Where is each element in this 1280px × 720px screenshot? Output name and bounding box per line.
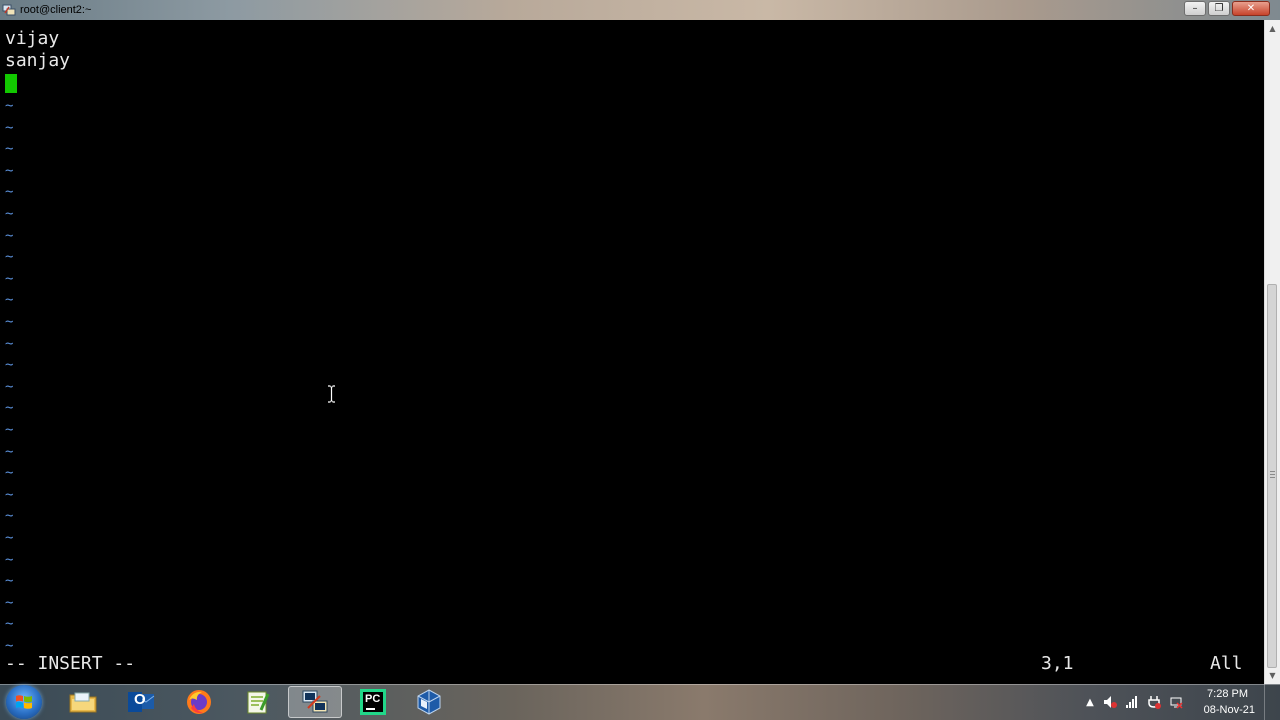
empty-line-tilde: ~ xyxy=(5,249,14,266)
scroll-down-icon[interactable]: ▼ xyxy=(1265,667,1280,684)
taskbar-explorer[interactable] xyxy=(56,686,110,718)
empty-line-tilde: ~ xyxy=(5,335,14,352)
terminal-window[interactable]: vijay sanjay ~ ~ ~ ~ ~ ~ ~ ~ ~ ~ ~ ~ ~ ~ ~ ~ ~ ~ ~ ~ ~ ~ ~ ~ ~ ~ … xyxy=(0,20,1264,684)
maximize-button[interactable]: ❐ xyxy=(1208,1,1230,16)
vim-mode-indicator: -- INSERT -- xyxy=(5,653,136,674)
grip-icon xyxy=(1270,471,1275,478)
taskbar-pycharm[interactable]: PC xyxy=(346,686,400,718)
start-button[interactable] xyxy=(6,685,42,719)
clock-date[interactable]: 08-Nov-21 xyxy=(1204,704,1255,716)
empty-line-tilde: ~ xyxy=(5,184,14,201)
putty-icon xyxy=(302,690,328,713)
folder-icon xyxy=(69,692,97,713)
close-button[interactable]: ✕ xyxy=(1232,1,1270,16)
empty-line-tilde: ~ xyxy=(5,357,14,374)
empty-line-tilde: ~ xyxy=(5,141,14,158)
taskbar-notepad-plus-plus[interactable] xyxy=(230,686,284,718)
clock-time[interactable]: 7:28 PM xyxy=(1207,688,1248,700)
firefox-icon xyxy=(187,690,211,714)
empty-line-tilde: ~ xyxy=(5,508,14,525)
system-tray: ▲ 7:28 PM 08-Nov-21 xyxy=(1080,684,1280,720)
power-plug-icon[interactable] xyxy=(1146,694,1162,710)
empty-line-tilde: ~ xyxy=(5,486,14,503)
terminal-line: sanjay xyxy=(5,50,71,71)
empty-line-tilde: ~ xyxy=(5,594,14,611)
empty-line-tilde: ~ xyxy=(5,378,14,395)
taskbar: O PC ▲ 7:28 PM 08-Nov-21 xyxy=(0,684,1280,720)
empty-line-tilde: ~ xyxy=(5,270,14,287)
outlook-label: O xyxy=(134,691,146,708)
windows-logo-icon xyxy=(16,695,32,709)
close-icon: ✕ xyxy=(1246,2,1256,14)
empty-line-tilde: ~ xyxy=(5,465,14,482)
taskbar-outlook[interactable]: O xyxy=(114,686,168,718)
taskbar-putty[interactable] xyxy=(288,686,342,718)
empty-line-tilde: ~ xyxy=(5,573,14,590)
empty-line-tilde: ~ xyxy=(5,98,14,114)
empty-line-tilde: ~ xyxy=(5,162,14,179)
ibeam-cursor-icon xyxy=(328,385,335,403)
empty-line-tilde: ~ xyxy=(5,422,14,438)
empty-line-tilde: ~ xyxy=(5,551,14,568)
scroll-up-icon[interactable]: ▲ xyxy=(1265,20,1280,37)
cursor-position: 3,1 xyxy=(1041,653,1074,674)
window-titlebar[interactable]: root@client2:~ – ❐ ✕ xyxy=(0,0,1280,20)
volume-muted-icon[interactable] xyxy=(1102,694,1118,710)
taskbar-virtualbox[interactable] xyxy=(402,686,456,718)
empty-line-tilde: ~ xyxy=(5,292,14,309)
window-title: root@client2:~ xyxy=(20,4,92,16)
minimize-icon: – xyxy=(1192,2,1198,14)
taskbar-firefox[interactable] xyxy=(172,686,226,718)
terminal-line: vijay xyxy=(5,28,60,49)
text-cursor xyxy=(5,74,17,93)
scroll-indicator: All xyxy=(1210,653,1243,674)
minimize-button[interactable]: – xyxy=(1184,1,1206,16)
virtualbox-icon xyxy=(417,689,441,715)
empty-line-tilde: ~ xyxy=(5,227,14,244)
putty-icon xyxy=(2,4,16,16)
show-hidden-icons-icon[interactable]: ▲ xyxy=(1082,694,1098,710)
vertical-scrollbar[interactable]: ▲ ▼ xyxy=(1264,20,1280,684)
maximize-icon: ❐ xyxy=(1214,2,1224,14)
notepad-icon xyxy=(247,691,270,714)
empty-line-tilde: ~ xyxy=(5,206,14,222)
empty-line-tilde: ~ xyxy=(5,400,14,417)
pycharm-label: PC xyxy=(365,693,381,705)
empty-line-tilde: ~ xyxy=(5,616,14,633)
empty-line-tilde: ~ xyxy=(5,314,14,330)
empty-line-tilde: ~ xyxy=(5,119,14,136)
signal-icon[interactable] xyxy=(1124,694,1140,710)
window-controls: – ❐ ✕ xyxy=(1184,1,1270,16)
empty-line-tilde: ~ xyxy=(5,443,14,460)
scroll-thumb[interactable] xyxy=(1267,284,1277,668)
network-disconnected-icon[interactable] xyxy=(1168,694,1184,710)
empty-line-tilde: ~ xyxy=(5,530,14,546)
show-desktop-button[interactable] xyxy=(1264,684,1280,720)
